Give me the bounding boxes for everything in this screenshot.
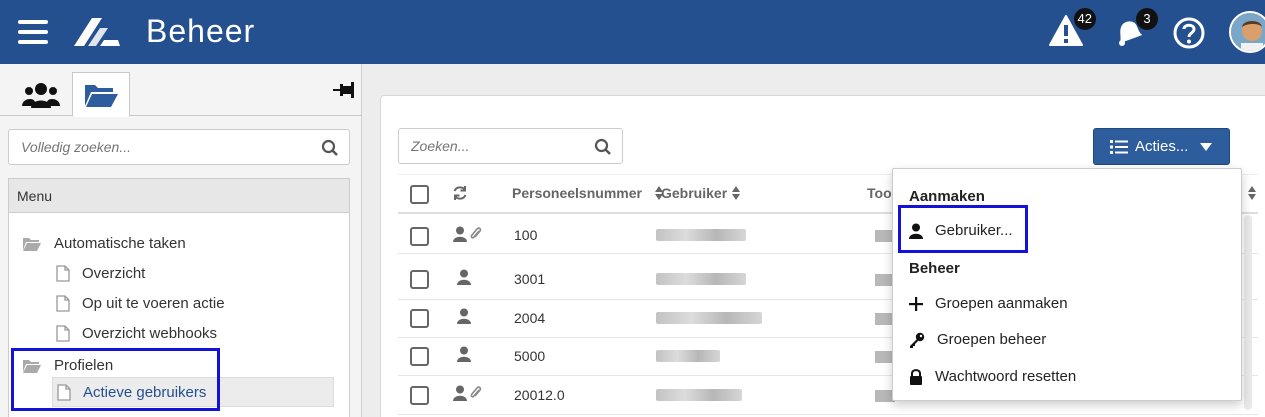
row-checkbox[interactable] <box>410 386 429 405</box>
menu-title: Menu <box>9 179 349 213</box>
top-header: Beheer 42 3 <box>0 0 1265 64</box>
sidebar-item-label: Overzicht <box>82 265 146 282</box>
redacted-user-name <box>656 229 746 241</box>
hamburger-menu-icon[interactable] <box>18 20 48 44</box>
sidebar-item-label: Overzicht webhooks <box>82 325 218 342</box>
file-icon <box>56 295 70 312</box>
lock-icon <box>910 368 922 385</box>
help-icon <box>1173 17 1205 49</box>
column-too[interactable]: Too <box>867 185 892 201</box>
column-gebruiker[interactable]: Gebruiker <box>661 185 727 201</box>
file-icon <box>56 325 70 342</box>
column-personeelsnummer[interactable]: Personeelsnummer <box>512 185 642 201</box>
sidebar-item-overzicht[interactable]: Overzicht <box>56 265 145 282</box>
annotation-highlight <box>898 205 1028 253</box>
sidebar-item-label: Op uit te voeren actie <box>82 295 225 312</box>
redacted-user-name <box>656 273 746 285</box>
page-title: Beheer <box>146 13 256 49</box>
dropdown-section-manage: Beheer <box>909 260 960 277</box>
menu-item-label: Groepen beheer <box>937 331 1047 348</box>
user-icon <box>457 308 471 324</box>
menu-item-label: Groepen aanmaken <box>935 295 1068 312</box>
sidebar-search-input[interactable] <box>9 130 309 164</box>
redacted-user-name <box>656 389 742 401</box>
user-icon <box>453 226 467 242</box>
sidebar-item-label: Automatische taken <box>54 235 186 252</box>
user-avatar[interactable] <box>1229 11 1265 53</box>
annotation-highlight <box>11 348 220 411</box>
table-scrollbar[interactable] <box>1244 215 1252 410</box>
folder-open-icon <box>23 237 41 251</box>
folder-open-icon <box>85 84 118 107</box>
sidebar-item-automatische-taken[interactable]: Automatische taken <box>22 235 186 252</box>
users-icon <box>22 82 60 108</box>
app-logo <box>72 16 122 48</box>
menu-item-manage-groups[interactable]: Groepen beheer <box>909 331 1046 348</box>
paperclip-icon <box>470 386 482 398</box>
cell-personeelsnummer: 2004 <box>514 310 546 326</box>
key-icon <box>910 332 925 348</box>
caret-down-icon <box>1200 142 1213 151</box>
sidebar-search-field[interactable] <box>8 129 350 165</box>
redacted-user-name <box>656 312 762 324</box>
sort-icon[interactable] <box>1247 185 1257 201</box>
sort-icon[interactable] <box>731 185 741 201</box>
file-icon <box>56 265 70 282</box>
notifications-button[interactable]: 3 <box>1110 8 1158 54</box>
redacted-user-name <box>656 350 720 362</box>
pin-sidebar-button[interactable] <box>333 80 355 105</box>
menu-item-create-groups[interactable]: Groepen aanmaken <box>909 295 1068 312</box>
paperclip-icon <box>470 227 482 239</box>
search-icon[interactable] <box>321 139 339 157</box>
main-search-input[interactable] <box>399 129 584 163</box>
tab-users[interactable] <box>12 72 70 117</box>
actions-button[interactable]: Acties... <box>1093 128 1230 165</box>
plus-icon <box>909 296 923 311</box>
main-search-field[interactable] <box>398 128 623 164</box>
tab-folders[interactable] <box>72 72 130 117</box>
menu-item-reset-password[interactable]: Wachtwoord resetten <box>909 368 1076 385</box>
actions-button-label: Acties... <box>1135 138 1189 155</box>
cell-personeelsnummer: 20012.0 <box>514 387 565 403</box>
menu-item-label: Wachtwoord resetten <box>935 368 1077 385</box>
cell-personeelsnummer: 3001 <box>514 271 546 287</box>
actions-dropdown-menu: Aanmaken Gebruiker... Beheer Groepen aan… <box>892 168 1242 401</box>
dropdown-section-create: Aanmaken <box>909 188 985 205</box>
sidebar-item-overzicht-webhooks[interactable]: Overzicht webhooks <box>56 325 217 342</box>
row-checkbox[interactable] <box>410 270 429 289</box>
select-all-checkbox[interactable] <box>410 185 429 204</box>
user-icon <box>453 385 467 401</box>
row-checkbox[interactable] <box>410 309 429 328</box>
search-icon[interactable] <box>594 138 612 156</box>
help-button[interactable] <box>1172 16 1212 56</box>
sidebar-tabs <box>0 64 362 117</box>
cell-personeelsnummer: 100 <box>514 227 538 243</box>
alerts-button[interactable]: 42 <box>1048 8 1096 54</box>
user-icon <box>457 269 471 285</box>
row-checkbox[interactable] <box>410 347 429 366</box>
refresh-icon[interactable] <box>452 185 468 201</box>
pin-icon <box>333 82 354 98</box>
notifications-count-badge: 3 <box>1136 8 1158 30</box>
cell-personeelsnummer: 5000 <box>514 348 546 364</box>
sidebar-item-op-uit-te-voeren-actie[interactable]: Op uit te voeren actie <box>56 295 225 312</box>
user-icon <box>457 346 471 362</box>
list-icon <box>1110 139 1128 154</box>
alerts-count-badge: 42 <box>1073 8 1096 30</box>
row-checkbox[interactable] <box>410 227 429 246</box>
